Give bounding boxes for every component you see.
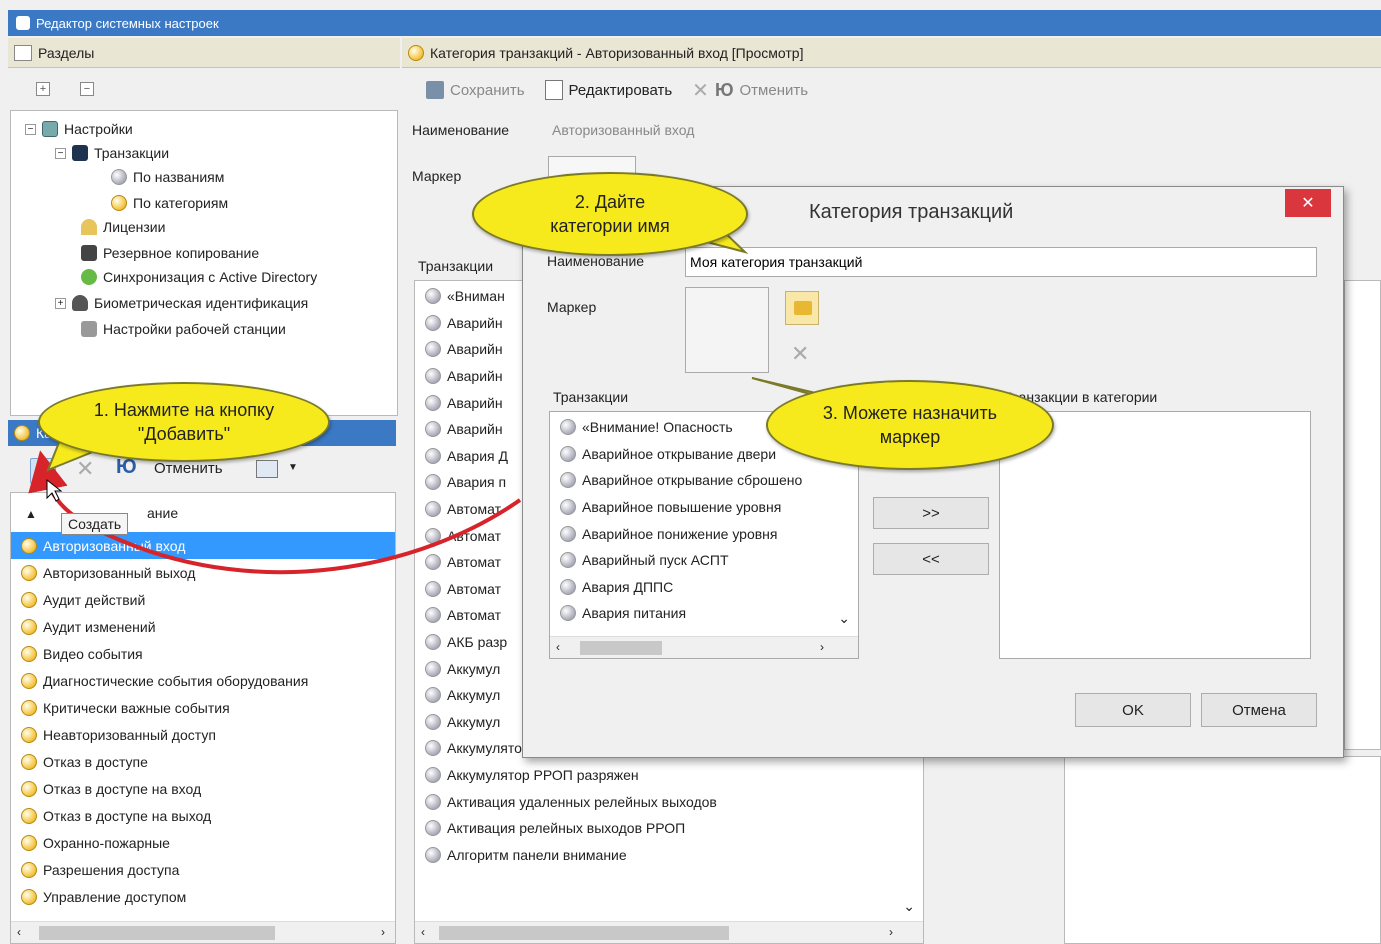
pointer-icon [46, 478, 63, 502]
tooltip-label: Создать [68, 516, 122, 532]
tooltip: Создать [61, 513, 129, 535]
annotation-arrows [28, 450, 522, 575]
